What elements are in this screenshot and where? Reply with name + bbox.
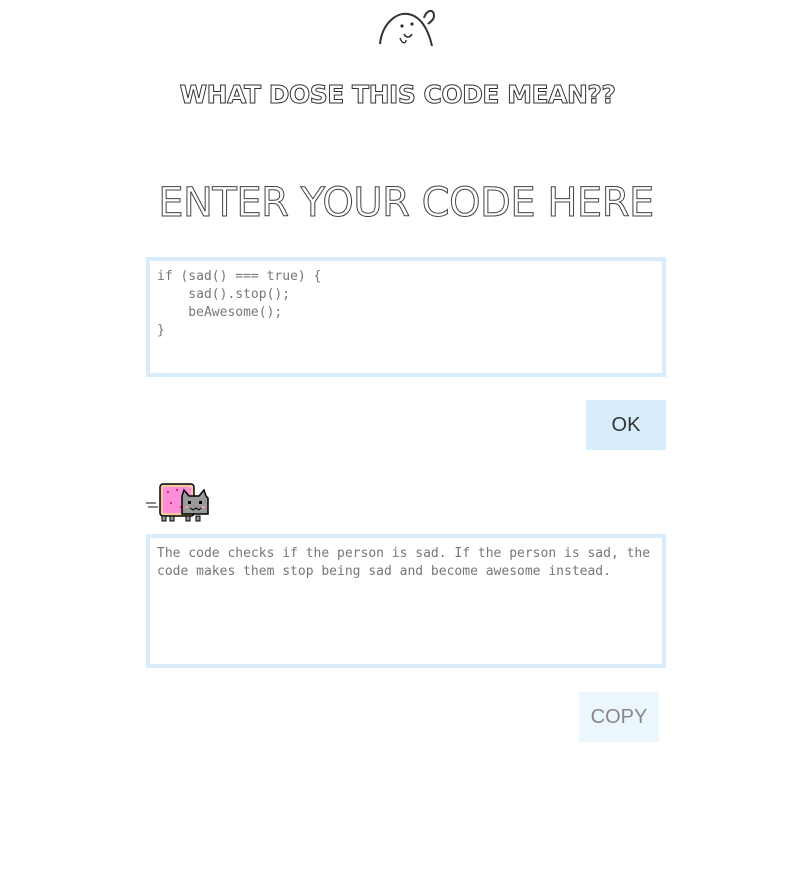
doodle-face-icon [379,10,436,47]
enter-code-heading: ENTER YOUR CODE HERE [158,180,655,227]
site-title: WHAT DOSE THIS CODE MEAN?? [179,80,616,110]
ok-button[interactable]: OK [586,400,666,450]
nyan-cat-icon [146,483,209,522]
code-input[interactable]: if (sad() === true) { sad().stop(); beAw… [146,257,666,377]
result-output[interactable]: The code checks if the person is sad. If… [146,534,666,668]
copy-button[interactable]: COPY [579,692,659,742]
